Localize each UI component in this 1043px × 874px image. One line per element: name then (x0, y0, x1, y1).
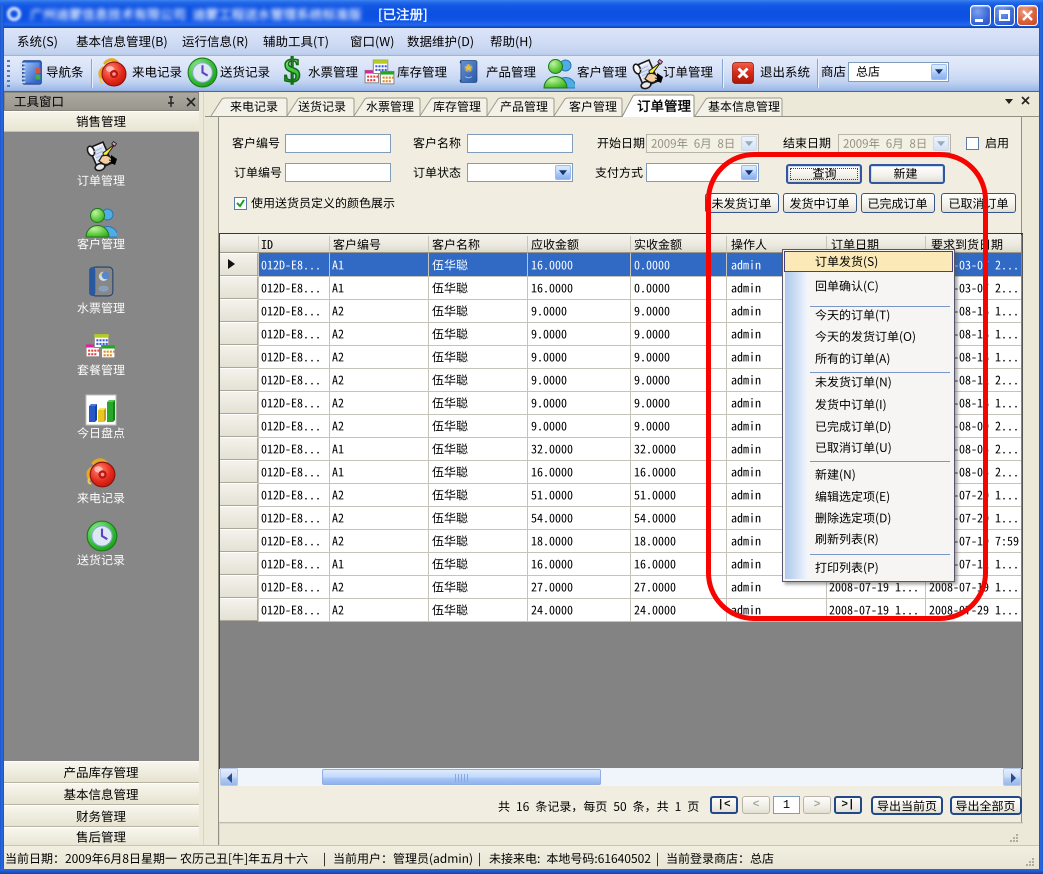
svg-text:$: $ (284, 55, 301, 85)
